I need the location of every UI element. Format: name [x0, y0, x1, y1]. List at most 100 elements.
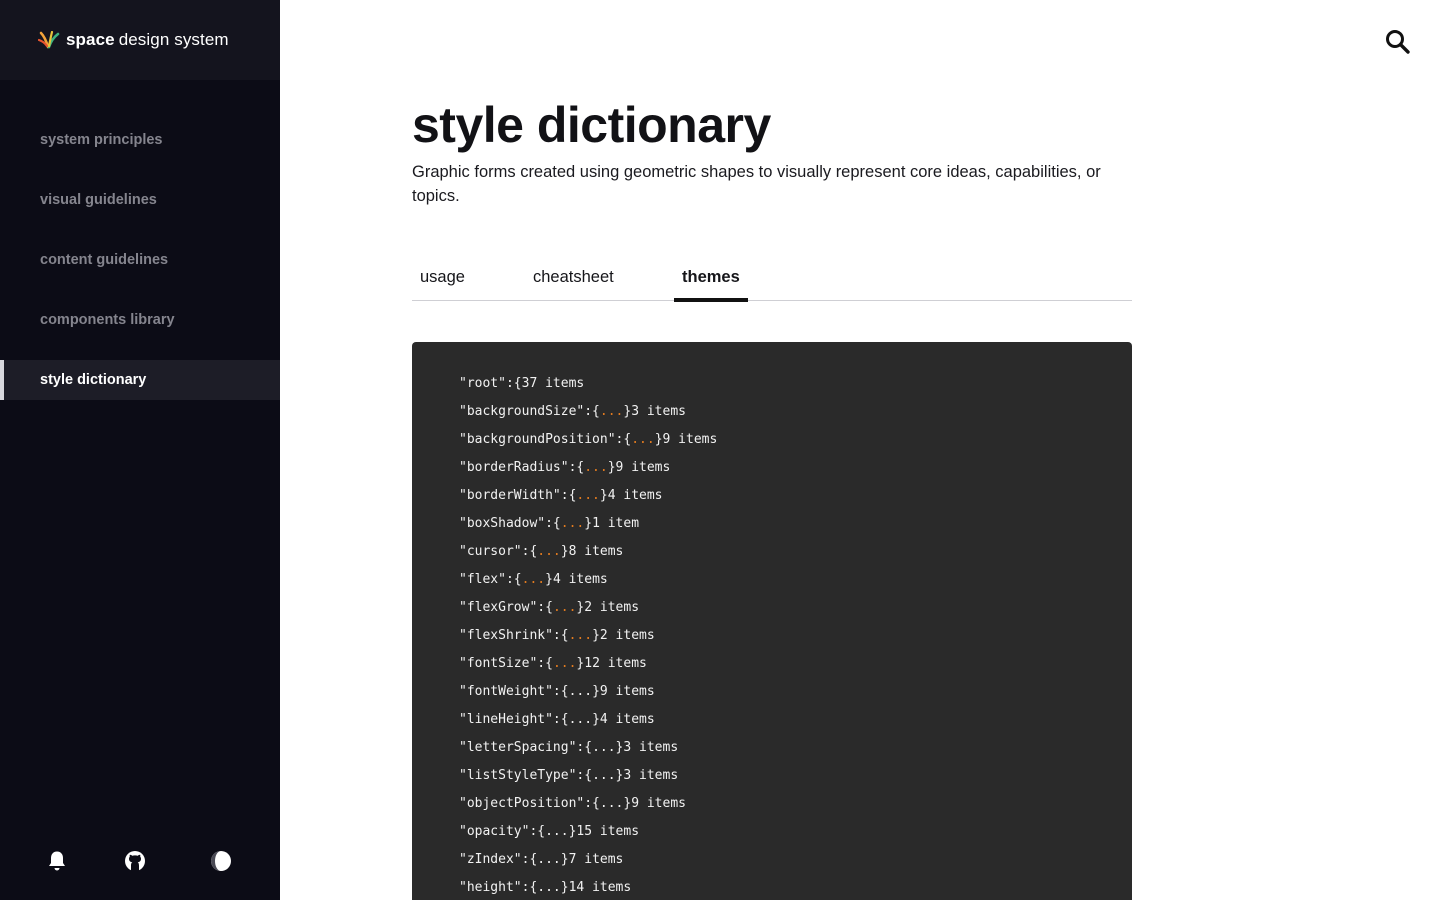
json-object-line[interactable]: "flexShrink":{...}2 items [459, 624, 1132, 652]
json-key: "backgroundSize" [459, 404, 585, 419]
json-key: "backgroundPosition" [459, 432, 616, 447]
sidebar-footer [0, 848, 280, 878]
json-object-line[interactable]: "height":{...}14 items [459, 876, 1132, 900]
tab-label: themes [682, 268, 740, 286]
json-item-count: 1 item [592, 516, 640, 531]
json-key: "cursor" [459, 544, 522, 559]
json-key: "borderRadius" [459, 460, 569, 475]
json-object-line[interactable]: "flexGrow":{...}2 items [459, 596, 1132, 624]
collapsed-ellipsis[interactable]: ... [537, 880, 560, 895]
theme-toggle-icon[interactable] [209, 848, 233, 874]
json-key: "objectPosition" [459, 796, 585, 811]
collapsed-ellipsis[interactable]: ... [569, 628, 592, 643]
sidebar-item-label: content guidelines [40, 252, 169, 268]
collapsed-ellipsis[interactable]: ... [553, 600, 576, 615]
json-root-line[interactable]: "root":{37 items [459, 372, 1132, 400]
collapsed-ellipsis[interactable]: ... [561, 516, 584, 531]
json-item-count: 4 items [607, 488, 663, 503]
json-object-line[interactable]: "cursor":{...}8 items [459, 540, 1132, 568]
collapsed-ellipsis[interactable]: ... [592, 740, 615, 755]
tab-usage[interactable]: usage [412, 262, 473, 301]
json-object-line[interactable]: "borderWidth":{...}4 items [459, 484, 1132, 512]
collapsed-ellipsis[interactable]: ... [584, 460, 607, 475]
tab-cheatsheet[interactable]: cheatsheet [525, 262, 622, 301]
sidebar-item-label: system principles [40, 132, 163, 148]
json-object-line[interactable]: "backgroundSize":{...}3 items [459, 400, 1132, 428]
json-item-count: 9 items [615, 460, 671, 475]
json-item-count: 15 items [576, 824, 640, 839]
sidebar-item-content-guidelines[interactable]: content guidelines [0, 240, 280, 280]
sidebar-item-visual-guidelines[interactable]: visual guidelines [0, 180, 280, 220]
json-object-line[interactable]: "boxShadow":{...}1 item [459, 512, 1132, 540]
json-object-line[interactable]: "zIndex":{...}7 items [459, 848, 1132, 876]
collapsed-ellipsis[interactable]: ... [592, 768, 615, 783]
json-item-count: 4 items [552, 572, 608, 587]
json-root-summary: {37 items [513, 376, 585, 391]
search-button[interactable] [1384, 28, 1412, 56]
collapsed-ellipsis[interactable]: ... [600, 796, 623, 811]
sidebar: space design system system principles vis… [0, 0, 280, 900]
json-item-count: 8 items [568, 544, 624, 559]
page-title: style dictionary [412, 97, 771, 153]
json-key: "fontWeight" [459, 684, 553, 699]
json-key: "flex" [459, 572, 506, 587]
sidebar-nav: system principles visual guidelines cont… [0, 120, 280, 420]
sidebar-item-style-dictionary[interactable]: style dictionary [0, 360, 280, 400]
sidebar-item-label: components library [40, 312, 175, 328]
json-object-line[interactable]: "opacity":{...}15 items [459, 820, 1132, 848]
sidebar-item-components-library[interactable]: components library [0, 300, 280, 340]
tab-themes[interactable]: themes [674, 262, 748, 302]
json-item-count: 3 items [623, 740, 679, 755]
bell-icon[interactable] [45, 848, 69, 874]
sidebar-item-label: visual guidelines [40, 192, 157, 208]
json-item-count: 3 items [623, 768, 679, 783]
collapsed-ellipsis[interactable]: ... [537, 852, 560, 867]
json-key: "root" [459, 376, 506, 391]
json-object-line[interactable]: "objectPosition":{...}9 items [459, 792, 1132, 820]
collapsed-ellipsis[interactable]: ... [569, 684, 592, 699]
json-object-line[interactable]: "fontWeight":{...}9 items [459, 680, 1132, 708]
sidebar-item-system-principles[interactable]: system principles [0, 120, 280, 160]
space-logo-icon [38, 31, 60, 49]
json-lines: "backgroundSize":{...}3 items "background… [459, 400, 1132, 900]
tab-bar: usage cheatsheet themes [412, 262, 1132, 302]
json-object-line[interactable]: "flex":{...}4 items [459, 568, 1132, 596]
brand-name: space design system [66, 30, 229, 50]
tab-label: usage [420, 268, 465, 286]
json-object-line[interactable]: "lineHeight":{...}4 items [459, 708, 1132, 736]
json-item-count: 3 items [631, 404, 686, 419]
brand-name-strong: space [66, 30, 115, 49]
json-item-count: 14 items [568, 880, 632, 895]
json-object-line[interactable]: "fontSize":{...}12 items [459, 652, 1132, 680]
json-key: "zIndex" [459, 852, 522, 867]
json-item-count: 4 items [599, 712, 655, 727]
collapsed-ellipsis[interactable]: ... [631, 432, 654, 447]
json-key: "lineHeight" [459, 712, 553, 727]
json-object-line[interactable]: "letterSpacing":{...}3 items [459, 736, 1132, 764]
json-item-count: 7 items [568, 852, 624, 867]
collapsed-ellipsis[interactable]: ... [537, 544, 560, 559]
json-key: "boxShadow" [459, 516, 546, 531]
collapsed-ellipsis[interactable]: ... [522, 572, 545, 587]
collapsed-ellipsis[interactable]: ... [569, 712, 592, 727]
active-tab-indicator [674, 298, 748, 302]
brand-header[interactable]: space design system [0, 0, 280, 80]
json-key: "flexGrow" [459, 600, 538, 615]
json-object-line[interactable]: "borderRadius":{...}9 items [459, 456, 1132, 484]
json-item-count: 2 items [599, 628, 655, 643]
collapsed-ellipsis[interactable]: ... [576, 488, 599, 503]
json-key: "letterSpacing" [459, 740, 577, 755]
collapsed-ellipsis[interactable]: ... [600, 404, 623, 419]
json-item-count: 2 items [584, 600, 640, 615]
json-object-line[interactable]: "listStyleType":{...}3 items [459, 764, 1132, 792]
json-item-count: 9 items [631, 796, 686, 811]
brand-name-rest: design system [118, 30, 229, 49]
json-key: "borderWidth" [459, 488, 561, 503]
json-object-line[interactable]: "backgroundPosition":{...}9 items [459, 428, 1132, 456]
github-icon[interactable] [123, 848, 147, 874]
collapsed-ellipsis[interactable]: ... [553, 656, 576, 671]
json-viewer[interactable]: "root":{37 items "backgroundSize":{...}3… [412, 342, 1132, 900]
json-item-count: 9 items [662, 432, 718, 447]
collapsed-ellipsis[interactable]: ... [545, 824, 568, 839]
json-item-count: 9 items [599, 684, 655, 699]
